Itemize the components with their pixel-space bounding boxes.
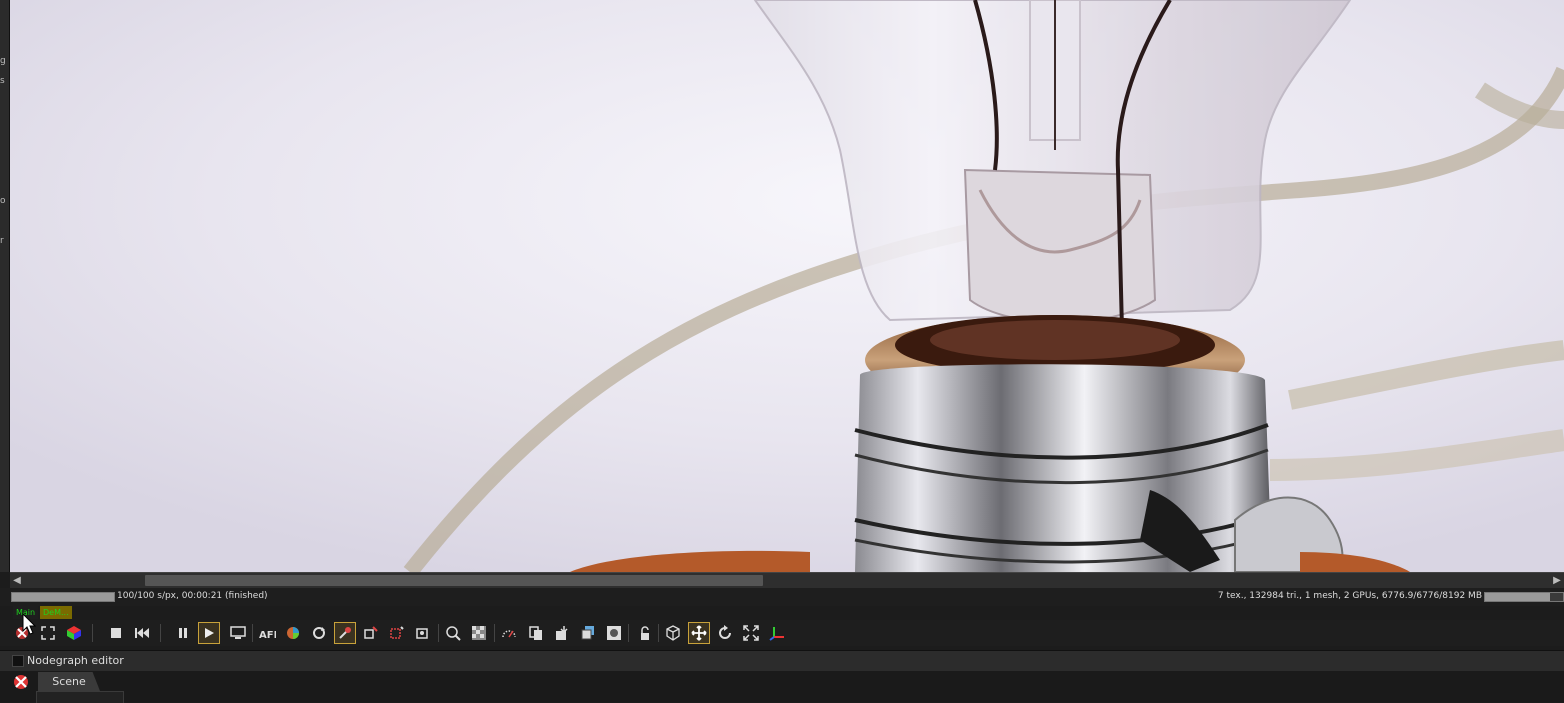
- scene-stats-text: 7 tex., 132984 tri., 1 mesh, 2 GPUs, 677…: [1217, 591, 1482, 601]
- pause-icon[interactable]: [172, 622, 194, 644]
- toolbar-separator: [252, 624, 253, 642]
- nodegraph-editor-header[interactable]: Nodegraph editor: [0, 650, 1564, 672]
- viewport-horizontal-scrollbar[interactable]: ◀ ▶: [10, 572, 1564, 588]
- fullscreen-icon[interactable]: [740, 622, 762, 644]
- lock-icon[interactable]: [632, 622, 654, 644]
- zoom-fit-icon[interactable]: [37, 622, 59, 644]
- left-panel-fragment: s: [0, 76, 5, 86]
- render-toolbar: AFI: [0, 620, 1564, 646]
- reload-icon[interactable]: [308, 622, 330, 644]
- render-pass-tabs: Main DeM...: [0, 606, 1564, 620]
- move-icon[interactable]: [688, 622, 710, 644]
- render-pass-tab-demo[interactable]: DeM...: [40, 606, 72, 619]
- mouse-cursor-icon: [22, 613, 36, 635]
- afi-icon[interactable]: AFI: [256, 622, 278, 644]
- scrollbar-thumb[interactable]: [145, 575, 763, 586]
- render-viewport[interactable]: [10, 0, 1564, 572]
- left-panel-strip: g s o r: [0, 0, 10, 572]
- light-bulb-render-image: [10, 0, 1564, 572]
- zoom-tool-icon[interactable]: [442, 622, 464, 644]
- save-icon[interactable]: [551, 622, 573, 644]
- toolbar-separator: [658, 624, 659, 642]
- memory-usage-fill: [1485, 593, 1550, 601]
- focus-picker-icon[interactable]: [412, 622, 434, 644]
- screen-icon[interactable]: [227, 622, 249, 644]
- scene-tab-content: [36, 691, 124, 703]
- toolbar-separator: [438, 624, 439, 642]
- render-status-text: 100/100 s/px, 00:00:21 (finished): [117, 591, 268, 601]
- left-panel-fragment: o: [0, 196, 6, 206]
- play-icon[interactable]: [198, 622, 220, 644]
- toolbar-separator: [92, 624, 93, 642]
- restart-icon[interactable]: [131, 622, 153, 644]
- scroll-left-arrow-icon[interactable]: ◀: [10, 573, 24, 588]
- octane-logo-icon[interactable]: [12, 673, 30, 691]
- svg-text:AFI: AFI: [259, 630, 276, 640]
- cube-color-icon[interactable]: [63, 622, 85, 644]
- toolbar-separator: [628, 624, 629, 642]
- tab-scene[interactable]: Scene: [38, 672, 100, 691]
- nodegraph-panel-toggle[interactable]: [12, 655, 24, 667]
- nodegraph-tab-row: Scene: [0, 671, 1564, 703]
- render-statusbar: 100/100 s/px, 00:00:21 (finished) 7 tex.…: [0, 588, 1564, 606]
- object-picker-icon[interactable]: [360, 622, 382, 644]
- axis-gizmo-icon[interactable]: [766, 622, 788, 644]
- clay-icon[interactable]: [603, 622, 625, 644]
- material-picker-icon[interactable]: [334, 622, 356, 644]
- color-wheel-icon[interactable]: [282, 622, 304, 644]
- scroll-right-arrow-icon[interactable]: ▶: [1550, 573, 1564, 588]
- toolbar-separator: [494, 624, 495, 642]
- copy-icon[interactable]: [525, 622, 547, 644]
- nodegraph-editor-title: Nodegraph editor: [27, 654, 124, 667]
- rotate-icon[interactable]: [714, 622, 736, 644]
- render-progress-bar: [11, 592, 115, 602]
- layers-icon[interactable]: [577, 622, 599, 644]
- stop-icon[interactable]: [105, 622, 127, 644]
- memory-usage-bar: [1484, 592, 1564, 602]
- region-picker-icon[interactable]: [386, 622, 408, 644]
- checker-icon[interactable]: [468, 622, 490, 644]
- left-panel-fragment: r: [0, 236, 4, 246]
- toolbar-separator: [160, 624, 161, 642]
- left-panel-fragment: g: [0, 56, 6, 66]
- render-progress-fill: [12, 593, 114, 601]
- exposure-dial-icon[interactable]: [498, 622, 520, 644]
- cube-view-icon[interactable]: [662, 622, 684, 644]
